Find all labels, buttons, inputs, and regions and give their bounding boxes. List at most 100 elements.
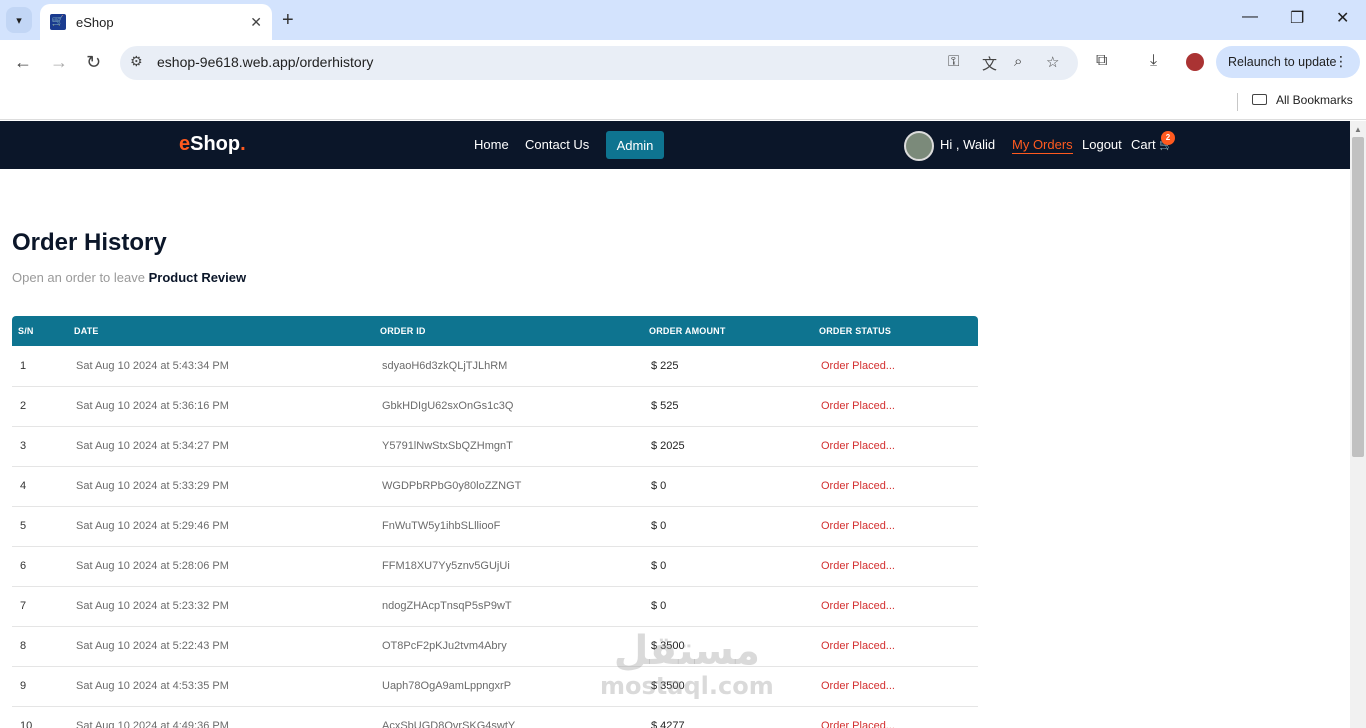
cell-amount: $ 0 bbox=[643, 506, 813, 547]
site-logo[interactable]: eShop. bbox=[179, 133, 246, 156]
cell-amount: $ 2025 bbox=[643, 426, 813, 467]
col-header-sn: S/N bbox=[18, 326, 34, 336]
cell-status: Order Placed... bbox=[813, 426, 978, 467]
col-header-status: ORDER STATUS bbox=[819, 326, 892, 336]
cell-amount: $ 225 bbox=[643, 346, 813, 387]
close-icon[interactable]: ✕ bbox=[250, 14, 262, 31]
logo-dot: . bbox=[240, 133, 246, 155]
cell-status: Order Placed... bbox=[813, 506, 978, 547]
cell-order-id: AcxSbUGD8QvrSKG4swtY bbox=[374, 706, 643, 728]
cell-amount: $ 0 bbox=[643, 466, 813, 507]
cell-sn: 6 bbox=[12, 546, 68, 587]
cell-order-id: GbkHDIgU62sxOnGs1c3Q bbox=[374, 386, 643, 427]
cell-date: Sat Aug 10 2024 at 5:43:34 PM bbox=[68, 346, 374, 387]
forward-arrow-icon[interactable]: → bbox=[50, 52, 68, 73]
scroll-up-icon[interactable]: ▲ bbox=[1354, 125, 1362, 134]
table-row[interactable]: 2 Sat Aug 10 2024 at 5:36:16 PM GbkHDIgU… bbox=[12, 386, 978, 427]
cell-order-id: ndogZHAcpTnsqP5sP9wT bbox=[374, 586, 643, 627]
logo-text: Shop bbox=[190, 133, 241, 155]
tab-title: eShop bbox=[76, 14, 114, 30]
menu-dots-icon[interactable]: ⋮ bbox=[1334, 53, 1348, 70]
table-row[interactable]: 5 Sat Aug 10 2024 at 5:29:46 PM FnWuTW5y… bbox=[12, 506, 978, 547]
relaunch-button[interactable]: Relaunch to update ⋮ bbox=[1216, 46, 1360, 78]
col-header-date: DATE bbox=[74, 326, 99, 336]
site-info-icon[interactable]: ⚙ bbox=[130, 53, 143, 70]
cart-favicon-icon: 🛒 bbox=[50, 14, 66, 30]
cell-order-id: FnWuTW5y1ihbSLlliooF bbox=[374, 506, 643, 547]
cell-order-id: WGDPbRPbG0y80loZZNGT bbox=[374, 466, 643, 507]
translate-icon[interactable]: 文 bbox=[982, 53, 997, 74]
folder-icon bbox=[1252, 94, 1267, 105]
cart-count-badge: 2 bbox=[1161, 131, 1175, 145]
extensions-icon[interactable]: ⧉ bbox=[1096, 52, 1107, 70]
reload-icon[interactable]: ↻ bbox=[86, 52, 101, 73]
cell-sn: 8 bbox=[12, 626, 68, 667]
table-row[interactable]: 7 Sat Aug 10 2024 at 5:23:32 PM ndogZHAc… bbox=[12, 586, 978, 627]
cell-sn: 10 bbox=[12, 706, 68, 728]
cell-date: Sat Aug 10 2024 at 5:33:29 PM bbox=[68, 466, 374, 507]
browser-tab[interactable]: 🛒 eShop ✕ bbox=[40, 4, 272, 40]
table-row[interactable]: 1 Sat Aug 10 2024 at 5:43:34 PM sdyaoH6d… bbox=[12, 346, 978, 387]
cell-sn: 5 bbox=[12, 506, 68, 547]
cell-amount: $ 0 bbox=[643, 546, 813, 587]
page-scrollbar[interactable]: ▲ bbox=[1350, 121, 1366, 728]
cell-amount: $ 3500 bbox=[643, 666, 813, 707]
cell-status: Order Placed... bbox=[813, 546, 978, 587]
table-row[interactable]: 6 Sat Aug 10 2024 at 5:28:06 PM FFM18XU7… bbox=[12, 546, 978, 587]
cell-order-id: Uaph78OgA9amLppngxrP bbox=[374, 666, 643, 707]
logout-link[interactable]: Logout bbox=[1082, 137, 1122, 152]
profile-avatar-icon[interactable] bbox=[1186, 53, 1204, 71]
window-close-icon[interactable]: ✕ bbox=[1336, 8, 1349, 28]
cell-status: Order Placed... bbox=[813, 666, 978, 707]
all-bookmarks-link[interactable]: All Bookmarks bbox=[1276, 93, 1353, 107]
star-icon[interactable]: ☆ bbox=[1046, 53, 1059, 71]
cell-sn: 4 bbox=[12, 466, 68, 507]
admin-button[interactable]: Admin bbox=[606, 131, 664, 159]
cell-date: Sat Aug 10 2024 at 5:23:32 PM bbox=[68, 586, 374, 627]
cell-sn: 1 bbox=[12, 346, 68, 387]
subtitle-prefix: Open an order to leave bbox=[12, 270, 149, 285]
zoom-icon[interactable]: ⌕ bbox=[1014, 53, 1022, 70]
relaunch-label: Relaunch to update bbox=[1228, 55, 1337, 69]
restore-icon[interactable]: ❐ bbox=[1290, 8, 1304, 28]
page-viewport: eShop. Home Contact Us Admin Hi , Walid … bbox=[0, 121, 1350, 728]
bookmarks-bar: All Bookmarks bbox=[0, 86, 1366, 120]
download-icon[interactable]: ⤓ bbox=[1150, 52, 1157, 70]
cell-date: Sat Aug 10 2024 at 5:36:16 PM bbox=[68, 386, 374, 427]
cell-date: Sat Aug 10 2024 at 4:53:35 PM bbox=[68, 666, 374, 707]
scroll-thumb[interactable] bbox=[1352, 137, 1364, 457]
address-bar[interactable]: ⚙ eshop-9e618.web.app/orderhistory ⚿ 文 ⌕… bbox=[120, 46, 1078, 80]
cell-sn: 3 bbox=[12, 426, 68, 467]
cart-link[interactable]: Cart bbox=[1131, 137, 1156, 152]
bookmarks-divider bbox=[1237, 93, 1238, 111]
cell-status: Order Placed... bbox=[813, 706, 978, 728]
col-header-amount: ORDER AMOUNT bbox=[649, 326, 726, 336]
key-icon[interactable]: ⚿ bbox=[948, 53, 959, 70]
cell-date: Sat Aug 10 2024 at 5:22:43 PM bbox=[68, 626, 374, 667]
cell-date: Sat Aug 10 2024 at 5:29:46 PM bbox=[68, 506, 374, 547]
cell-date: Sat Aug 10 2024 at 4:49:36 PM bbox=[68, 706, 374, 728]
nav-home-link[interactable]: Home bbox=[474, 137, 509, 152]
logo-e: e bbox=[179, 133, 191, 155]
table-row[interactable]: 10 Sat Aug 10 2024 at 4:49:36 PM AcxSbUG… bbox=[12, 706, 978, 728]
table-header-row: S/N DATE ORDER ID ORDER AMOUNT ORDER STA… bbox=[12, 316, 978, 346]
tab-search-button[interactable]: ▾ bbox=[6, 7, 32, 33]
cell-amount: $ 4277 bbox=[643, 706, 813, 728]
nav-contact-link[interactable]: Contact Us bbox=[525, 137, 589, 152]
table-row[interactable]: 3 Sat Aug 10 2024 at 5:34:27 PM Y5791lNw… bbox=[12, 426, 978, 467]
table-row[interactable]: 9 Sat Aug 10 2024 at 4:53:35 PM Uaph78Og… bbox=[12, 666, 978, 707]
table-row[interactable]: 8 Sat Aug 10 2024 at 5:22:43 PM OT8PcF2p… bbox=[12, 626, 978, 667]
subtitle-bold: Product Review bbox=[148, 270, 247, 285]
orders-table: S/N DATE ORDER ID ORDER AMOUNT ORDER STA… bbox=[12, 316, 978, 728]
cell-order-id: FFM18XU7Yy5znv5GUjUi bbox=[374, 546, 643, 587]
cell-status: Order Placed... bbox=[813, 466, 978, 507]
my-orders-link[interactable]: My Orders bbox=[1012, 137, 1073, 154]
minimize-icon[interactable]: — bbox=[1242, 8, 1258, 26]
table-row[interactable]: 4 Sat Aug 10 2024 at 5:33:29 PM WGDPbRPb… bbox=[12, 466, 978, 507]
back-arrow-icon[interactable]: ← bbox=[14, 52, 32, 73]
new-tab-button[interactable]: + bbox=[282, 8, 294, 32]
cell-status: Order Placed... bbox=[813, 346, 978, 387]
cell-status: Order Placed... bbox=[813, 586, 978, 627]
chevron-down-icon: ▾ bbox=[16, 14, 22, 27]
url-text[interactable]: eshop-9e618.web.app/orderhistory bbox=[157, 54, 373, 70]
